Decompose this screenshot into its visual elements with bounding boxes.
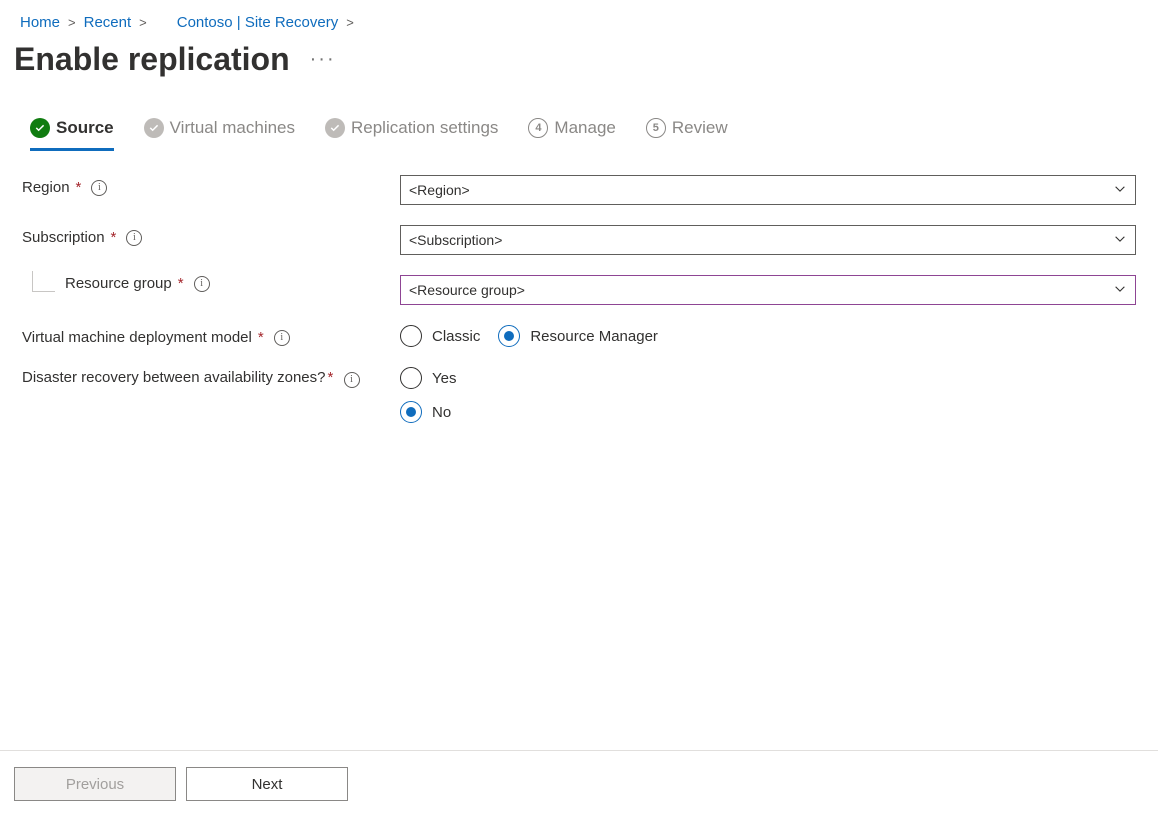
radio-icon (498, 325, 520, 347)
resource-group-label-wrapper: Resource group* i (22, 275, 400, 292)
tab-replication-settings[interactable]: Replication settings (325, 118, 498, 151)
resource-group-label: Resource group* i (65, 275, 210, 292)
tab-source[interactable]: Source (30, 118, 114, 151)
resource-group-value: <Resource group> (409, 282, 525, 298)
subscription-dropdown[interactable]: <Subscription> (400, 225, 1136, 255)
radio-icon (400, 367, 422, 389)
radio-icon (400, 325, 422, 347)
page-title: Enable replication (14, 41, 290, 78)
tab-review[interactable]: 5 Review (646, 118, 728, 151)
tab-replication-label: Replication settings (351, 118, 498, 138)
radio-dr-no[interactable]: No (400, 401, 451, 423)
info-icon[interactable]: i (274, 330, 290, 346)
deployment-model-radio-group: Classic Resource Manager (400, 325, 1136, 347)
info-icon[interactable]: i (91, 180, 107, 196)
radio-dr-no-label: No (432, 404, 451, 421)
resource-group-dropdown[interactable]: <Resource group> (400, 275, 1136, 305)
region-label: Region* i (22, 175, 400, 196)
required-asterisk: * (111, 229, 117, 246)
check-icon (325, 118, 345, 138)
breadcrumb-home[interactable]: Home (20, 14, 60, 31)
check-icon (30, 118, 50, 138)
subscription-label: Subscription* i (22, 225, 400, 246)
next-button[interactable]: Next (186, 767, 348, 801)
tab-vms-label: Virtual machines (170, 118, 295, 138)
chevron-right-icon: > (68, 15, 76, 30)
radio-icon (400, 401, 422, 423)
chevron-down-icon (1113, 182, 1127, 199)
info-icon[interactable]: i (194, 276, 210, 292)
tab-virtual-machines[interactable]: Virtual machines (144, 118, 295, 151)
deployment-model-label: Virtual machine deployment model* i (22, 325, 400, 346)
radio-resource-manager[interactable]: Resource Manager (498, 325, 658, 347)
source-form: Region* i <Region> Subscription* i <Subs… (0, 151, 1158, 423)
chevron-down-icon (1113, 232, 1127, 249)
info-icon[interactable]: i (344, 372, 360, 388)
wizard-tabs: Source Virtual machines Replication sett… (0, 118, 1158, 151)
step-number-icon: 4 (528, 118, 548, 138)
info-icon[interactable]: i (126, 230, 142, 246)
required-asterisk: * (76, 179, 82, 196)
radio-dr-yes[interactable]: Yes (400, 367, 456, 389)
subscription-value: <Subscription> (409, 232, 502, 248)
required-asterisk: * (258, 329, 264, 346)
breadcrumb: Home > Recent > Contoso | Site Recovery … (0, 0, 1158, 41)
region-value: <Region> (409, 182, 470, 198)
region-dropdown[interactable]: <Region> (400, 175, 1136, 205)
radio-dr-yes-label: Yes (432, 370, 456, 387)
breadcrumb-recent[interactable]: Recent (84, 14, 132, 31)
dr-zones-radio-group: Yes No (400, 367, 1136, 423)
tab-manage-label: Manage (554, 118, 615, 138)
breadcrumb-current[interactable]: Contoso | Site Recovery (177, 14, 338, 31)
tree-connector-icon (32, 271, 55, 292)
chevron-down-icon (1113, 282, 1127, 299)
radio-rm-label: Resource Manager (530, 328, 658, 345)
required-asterisk: * (327, 369, 333, 386)
dr-zones-label: Disaster recovery between availability z… (22, 367, 400, 389)
check-icon (144, 118, 164, 138)
radio-classic-label: Classic (432, 328, 480, 345)
wizard-footer: Previous Next (0, 750, 1158, 817)
previous-button: Previous (14, 767, 176, 801)
tab-source-label: Source (56, 118, 114, 138)
more-menu-icon[interactable]: ··· (310, 48, 336, 71)
tab-review-label: Review (672, 118, 728, 138)
radio-classic[interactable]: Classic (400, 325, 480, 347)
chevron-right-icon: > (139, 15, 147, 30)
step-number-icon: 5 (646, 118, 666, 138)
title-row: Enable replication ··· (0, 41, 1158, 118)
tab-manage[interactable]: 4 Manage (528, 118, 615, 151)
required-asterisk: * (178, 275, 184, 292)
chevron-right-icon: > (346, 15, 354, 30)
